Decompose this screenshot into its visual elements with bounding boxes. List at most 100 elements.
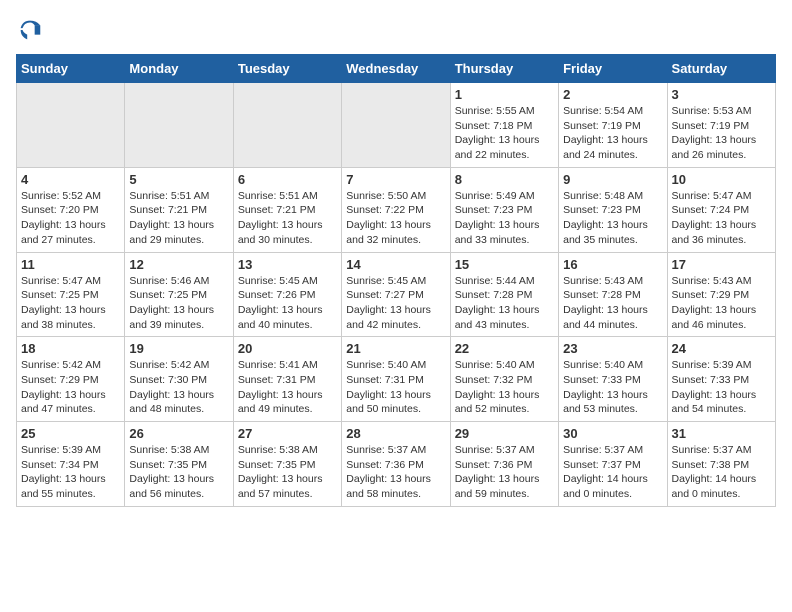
day-info: Sunrise: 5:39 AMSunset: 7:34 PMDaylight:… — [21, 443, 120, 502]
col-header-wednesday: Wednesday — [342, 55, 450, 83]
day-info: Sunrise: 5:48 AMSunset: 7:23 PMDaylight:… — [563, 189, 662, 248]
calendar-cell: 19 Sunrise: 5:42 AMSunset: 7:30 PMDayligh… — [125, 337, 233, 422]
day-info: Sunrise: 5:43 AMSunset: 7:29 PMDaylight:… — [672, 274, 771, 333]
calendar-cell: 31 Sunrise: 5:37 AMSunset: 7:38 PMDayligh… — [667, 422, 775, 507]
day-info: Sunrise: 5:50 AMSunset: 7:22 PMDaylight:… — [346, 189, 445, 248]
day-info: Sunrise: 5:42 AMSunset: 7:29 PMDaylight:… — [21, 358, 120, 417]
day-number: 5 — [129, 172, 228, 187]
day-number: 15 — [455, 257, 554, 272]
calendar-cell — [17, 83, 125, 168]
calendar-cell: 27 Sunrise: 5:38 AMSunset: 7:35 PMDayligh… — [233, 422, 341, 507]
day-info: Sunrise: 5:53 AMSunset: 7:19 PMDaylight:… — [672, 104, 771, 163]
calendar-cell: 20 Sunrise: 5:41 AMSunset: 7:31 PMDayligh… — [233, 337, 341, 422]
day-number: 18 — [21, 341, 120, 356]
day-number: 14 — [346, 257, 445, 272]
day-number: 21 — [346, 341, 445, 356]
day-number: 28 — [346, 426, 445, 441]
day-number: 13 — [238, 257, 337, 272]
day-number: 31 — [672, 426, 771, 441]
day-number: 25 — [21, 426, 120, 441]
calendar-cell: 25 Sunrise: 5:39 AMSunset: 7:34 PMDayligh… — [17, 422, 125, 507]
day-info: Sunrise: 5:44 AMSunset: 7:28 PMDaylight:… — [455, 274, 554, 333]
day-info: Sunrise: 5:40 AMSunset: 7:33 PMDaylight:… — [563, 358, 662, 417]
calendar-cell: 28 Sunrise: 5:37 AMSunset: 7:36 PMDayligh… — [342, 422, 450, 507]
col-header-saturday: Saturday — [667, 55, 775, 83]
day-number: 20 — [238, 341, 337, 356]
day-info: Sunrise: 5:45 AMSunset: 7:27 PMDaylight:… — [346, 274, 445, 333]
calendar-cell — [233, 83, 341, 168]
day-info: Sunrise: 5:41 AMSunset: 7:31 PMDaylight:… — [238, 358, 337, 417]
day-number: 3 — [672, 87, 771, 102]
calendar-cell: 4 Sunrise: 5:52 AMSunset: 7:20 PMDaylight… — [17, 167, 125, 252]
day-number: 11 — [21, 257, 120, 272]
day-number: 22 — [455, 341, 554, 356]
day-info: Sunrise: 5:38 AMSunset: 7:35 PMDaylight:… — [238, 443, 337, 502]
day-number: 26 — [129, 426, 228, 441]
day-info: Sunrise: 5:38 AMSunset: 7:35 PMDaylight:… — [129, 443, 228, 502]
calendar-cell: 7 Sunrise: 5:50 AMSunset: 7:22 PMDaylight… — [342, 167, 450, 252]
day-info: Sunrise: 5:47 AMSunset: 7:25 PMDaylight:… — [21, 274, 120, 333]
calendar-cell: 23 Sunrise: 5:40 AMSunset: 7:33 PMDayligh… — [559, 337, 667, 422]
day-number: 23 — [563, 341, 662, 356]
calendar-cell — [342, 83, 450, 168]
day-info: Sunrise: 5:42 AMSunset: 7:30 PMDaylight:… — [129, 358, 228, 417]
day-number: 4 — [21, 172, 120, 187]
calendar-cell: 15 Sunrise: 5:44 AMSunset: 7:28 PMDayligh… — [450, 252, 558, 337]
day-info: Sunrise: 5:40 AMSunset: 7:31 PMDaylight:… — [346, 358, 445, 417]
day-number: 19 — [129, 341, 228, 356]
calendar-table: SundayMondayTuesdayWednesdayThursdayFrid… — [16, 54, 776, 507]
day-number: 8 — [455, 172, 554, 187]
day-info: Sunrise: 5:49 AMSunset: 7:23 PMDaylight:… — [455, 189, 554, 248]
calendar-cell: 22 Sunrise: 5:40 AMSunset: 7:32 PMDayligh… — [450, 337, 558, 422]
day-info: Sunrise: 5:47 AMSunset: 7:24 PMDaylight:… — [672, 189, 771, 248]
day-number: 27 — [238, 426, 337, 441]
calendar-cell: 18 Sunrise: 5:42 AMSunset: 7:29 PMDayligh… — [17, 337, 125, 422]
day-number: 30 — [563, 426, 662, 441]
calendar-cell: 1 Sunrise: 5:55 AMSunset: 7:18 PMDaylight… — [450, 83, 558, 168]
day-number: 17 — [672, 257, 771, 272]
day-info: Sunrise: 5:45 AMSunset: 7:26 PMDaylight:… — [238, 274, 337, 333]
day-info: Sunrise: 5:51 AMSunset: 7:21 PMDaylight:… — [129, 189, 228, 248]
calendar-cell: 10Sunrise: 5:47 AMSunset: 7:24 PMDayligh… — [667, 167, 775, 252]
day-number: 24 — [672, 341, 771, 356]
day-info: Sunrise: 5:37 AMSunset: 7:38 PMDaylight:… — [672, 443, 771, 502]
day-info: Sunrise: 5:37 AMSunset: 7:36 PMDaylight:… — [346, 443, 445, 502]
col-header-monday: Monday — [125, 55, 233, 83]
day-number: 7 — [346, 172, 445, 187]
calendar-cell: 26 Sunrise: 5:38 AMSunset: 7:35 PMDayligh… — [125, 422, 233, 507]
day-info: Sunrise: 5:54 AMSunset: 7:19 PMDaylight:… — [563, 104, 662, 163]
calendar-cell: 11 Sunrise: 5:47 AMSunset: 7:25 PMDayligh… — [17, 252, 125, 337]
logo — [16, 16, 48, 44]
calendar-cell: 8 Sunrise: 5:49 AMSunset: 7:23 PMDaylight… — [450, 167, 558, 252]
page-header — [16, 16, 776, 44]
day-info: Sunrise: 5:55 AMSunset: 7:18 PMDaylight:… — [455, 104, 554, 163]
day-number: 1 — [455, 87, 554, 102]
day-info: Sunrise: 5:43 AMSunset: 7:28 PMDaylight:… — [563, 274, 662, 333]
day-info: Sunrise: 5:46 AMSunset: 7:25 PMDaylight:… — [129, 274, 228, 333]
calendar-cell: 21 Sunrise: 5:40 AMSunset: 7:31 PMDayligh… — [342, 337, 450, 422]
col-header-tuesday: Tuesday — [233, 55, 341, 83]
calendar-cell: 24 Sunrise: 5:39 AMSunset: 7:33 PMDayligh… — [667, 337, 775, 422]
col-header-thursday: Thursday — [450, 55, 558, 83]
calendar-cell: 6 Sunrise: 5:51 AMSunset: 7:21 PMDaylight… — [233, 167, 341, 252]
day-info: Sunrise: 5:37 AMSunset: 7:36 PMDaylight:… — [455, 443, 554, 502]
day-number: 29 — [455, 426, 554, 441]
day-info: Sunrise: 5:40 AMSunset: 7:32 PMDaylight:… — [455, 358, 554, 417]
calendar-cell: 13 Sunrise: 5:45 AMSunset: 7:26 PMDayligh… — [233, 252, 341, 337]
calendar-cell: 12 Sunrise: 5:46 AMSunset: 7:25 PMDayligh… — [125, 252, 233, 337]
col-header-sunday: Sunday — [17, 55, 125, 83]
calendar-cell: 17 Sunrise: 5:43 AMSunset: 7:29 PMDayligh… — [667, 252, 775, 337]
day-number: 16 — [563, 257, 662, 272]
col-header-friday: Friday — [559, 55, 667, 83]
day-info: Sunrise: 5:51 AMSunset: 7:21 PMDaylight:… — [238, 189, 337, 248]
calendar-cell: 29 Sunrise: 5:37 AMSunset: 7:36 PMDayligh… — [450, 422, 558, 507]
day-info: Sunrise: 5:52 AMSunset: 7:20 PMDaylight:… — [21, 189, 120, 248]
calendar-cell: 2 Sunrise: 5:54 AMSunset: 7:19 PMDaylight… — [559, 83, 667, 168]
day-number: 2 — [563, 87, 662, 102]
calendar-cell: 9Sunrise: 5:48 AMSunset: 7:23 PMDaylight… — [559, 167, 667, 252]
day-info: Sunrise: 5:39 AMSunset: 7:33 PMDaylight:… — [672, 358, 771, 417]
calendar-cell: 14 Sunrise: 5:45 AMSunset: 7:27 PMDayligh… — [342, 252, 450, 337]
day-number: 12 — [129, 257, 228, 272]
day-number: 6 — [238, 172, 337, 187]
day-info: Sunrise: 5:37 AMSunset: 7:37 PMDaylight:… — [563, 443, 662, 502]
